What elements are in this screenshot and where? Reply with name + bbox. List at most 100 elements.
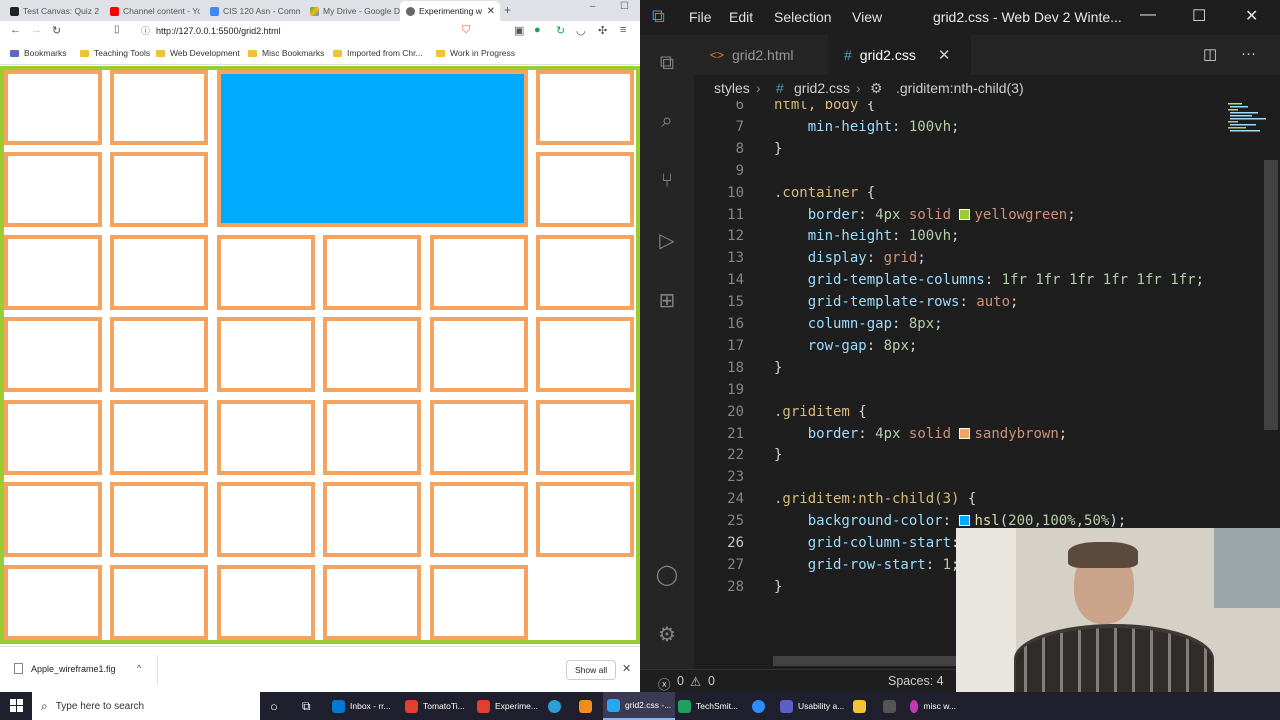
minimize-icon[interactable]: – [590, 1, 596, 12]
browser-tab-active[interactable]: Experimenting w ✕ [400, 1, 500, 21]
breadcrumb-symbol[interactable]: .griditem:nth-child(3) [896, 80, 1024, 96]
code-line[interactable]: column-gap: 8px; [774, 316, 943, 332]
code-line[interactable]: border: 4px solid sandybrown; [774, 426, 1068, 442]
warning-icon[interactable]: ⚠ [690, 674, 701, 689]
taskbar-app[interactable]: TomatoTi... [405, 692, 471, 720]
account-icon[interactable]: ◯ [655, 563, 679, 587]
code-line[interactable]: min-height: 100vh; [774, 228, 960, 244]
code-line[interactable]: border: 4px solid yellowgreen; [774, 207, 1076, 223]
browser-tab[interactable]: My Drive - Google D [304, 1, 400, 21]
search-icon[interactable]: ⌕ [655, 109, 679, 133]
task-view-icon[interactable]: ⧉ [302, 692, 311, 720]
edge-icon[interactable] [548, 692, 566, 720]
minimap[interactable] [1226, 101, 1270, 161]
windows-start-icon[interactable] [10, 699, 24, 713]
taskbar-search[interactable]: ⌕ Type here to search [32, 692, 260, 720]
taskbar-app-active[interactable]: grid2.css -... [603, 692, 675, 720]
zoom-icon[interactable] [752, 692, 770, 720]
tab-grid2-html[interactable]: <> grid2.html [694, 35, 828, 75]
horizontal-scrollbar[interactable] [773, 656, 958, 666]
forward-icon[interactable]: → [31, 24, 42, 36]
browser-tab-label: Test Canvas: Quiz 2 [23, 6, 100, 16]
menu-selection[interactable]: Selection [774, 9, 832, 25]
taskbar-app[interactable]: misc w... [910, 692, 956, 720]
menu-edit[interactable]: Edit [729, 9, 753, 25]
code-line[interactable]: min-height: 100vh; [774, 119, 960, 135]
code-line[interactable]: grid-template-columns: 1fr 1fr 1fr 1fr 1… [774, 272, 1204, 288]
extensions-icon[interactable]: ⊞ [655, 289, 679, 313]
code-line[interactable]: .container { [774, 185, 875, 201]
download-item[interactable]: Apple_wireframe1.fig [14, 663, 116, 674]
line-number: 21 [727, 425, 744, 442]
close-icon[interactable]: ✕ [622, 662, 631, 675]
error-icon[interactable]: ⓧ [658, 674, 671, 693]
code-line[interactable]: display: grid; [774, 250, 926, 266]
browser-tab[interactable]: Channel content - Yo [104, 1, 200, 21]
code-line[interactable]: grid-column-start: 3; [774, 535, 985, 551]
extension-refresh-icon[interactable]: ↻ [556, 24, 565, 37]
code-line[interactable]: background-color: hsl(200,100%,50%); [774, 513, 1126, 529]
explorer-icon[interactable]: ⧉ [655, 51, 679, 75]
extension-icon[interactable]: ▣ [514, 24, 524, 37]
sublime-icon[interactable] [579, 692, 597, 720]
tab-grid2-css[interactable]: # grid2.css ✕ [828, 35, 971, 75]
file-explorer-icon[interactable] [853, 692, 871, 720]
bookmark-folder[interactable]: Work in Progress [436, 48, 515, 58]
browser-menu-icon[interactable]: ≡ [620, 24, 626, 36]
breadcrumb-file[interactable]: grid2.css [794, 80, 850, 96]
chevron-up-icon[interactable]: ^ [137, 663, 141, 673]
bookmark-folder[interactable]: Imported from Chr... [333, 48, 423, 58]
more-actions-icon[interactable]: ··· [1241, 45, 1256, 62]
cortana-icon[interactable]: ○ [270, 692, 278, 720]
reload-icon[interactable]: ↻ [52, 24, 61, 37]
show-all-button[interactable]: Show all [566, 660, 617, 680]
code-line[interactable]: .griditem:nth-child(3) { [774, 491, 976, 507]
minimap-preview [1228, 103, 1266, 132]
code-line[interactable]: } [774, 579, 782, 595]
bookmark-folder[interactable]: Web Development [156, 48, 240, 58]
brave-shield-icon[interactable]: ⛉ [462, 24, 470, 37]
new-tab-button[interactable]: + [504, 3, 511, 17]
bookmark-folder[interactable]: Misc Bookmarks [248, 48, 324, 58]
close-tab-icon[interactable]: ✕ [938, 46, 951, 64]
pocket-icon[interactable]: ◡ [576, 24, 586, 37]
code-line[interactable]: html, body { [774, 101, 875, 113]
back-icon[interactable]: ← [10, 24, 21, 36]
indentation-status[interactable]: Spaces: 4 [888, 674, 944, 688]
info-icon[interactable]: ⓘ [141, 24, 150, 37]
taskbar-app[interactable]: Usability a... [780, 692, 850, 720]
url-field[interactable]: http://127.0.0.1:5500/grid2.html [156, 26, 281, 36]
bookmark-folder[interactable]: Teaching Tools [80, 48, 150, 58]
taskbar-app[interactable]: Experime... [477, 692, 543, 720]
bookmark-page-icon[interactable]: ▯ [114, 24, 120, 35]
gear-icon[interactable]: ⚙ [655, 623, 679, 647]
code-line[interactable]: grid-template-rows: auto; [774, 294, 1019, 310]
breadcrumb-folder[interactable]: styles [714, 80, 750, 96]
taskbar-app[interactable]: TechSmit... [678, 692, 746, 720]
code-line[interactable]: } [774, 141, 782, 157]
minimize-icon[interactable]: — [1140, 6, 1156, 24]
bookmark-folder[interactable]: Bookmarks [10, 48, 67, 58]
code-line[interactable]: grid-row-start: 1; [774, 557, 960, 573]
calculator-icon[interactable] [883, 692, 901, 720]
source-control-icon[interactable]: ⑂ [655, 169, 679, 193]
menu-file[interactable]: File [689, 9, 712, 25]
code-line[interactable]: row-gap: 8px; [774, 338, 918, 354]
maximize-icon[interactable]: ☐ [1192, 6, 1206, 26]
extension-green-icon[interactable]: ● [534, 24, 541, 36]
taskbar-app[interactable]: Inbox - rr... [332, 692, 398, 720]
browser-tab[interactable]: CIS 120 Asn - Comm [204, 1, 300, 21]
browser-tab[interactable]: Test Canvas: Quiz 2 [4, 1, 100, 21]
close-tab-icon[interactable]: ✕ [487, 6, 495, 17]
editor-tabs: <> grid2.html # grid2.css ✕ ◫ ··· [694, 35, 1280, 75]
close-icon[interactable]: ✕ [1245, 6, 1258, 26]
code-line[interactable]: } [774, 360, 782, 376]
code-line[interactable]: } [774, 447, 782, 463]
split-editor-icon[interactable]: ◫ [1203, 45, 1217, 63]
code-line[interactable]: .griditem { [774, 404, 867, 420]
vertical-scrollbar[interactable] [1264, 160, 1278, 430]
run-debug-icon[interactable]: ▷ [655, 229, 679, 253]
maximize-icon[interactable]: ☐ [620, 1, 629, 12]
menu-view[interactable]: View [852, 9, 882, 25]
extensions-puzzle-icon[interactable]: ✣ [598, 24, 607, 37]
